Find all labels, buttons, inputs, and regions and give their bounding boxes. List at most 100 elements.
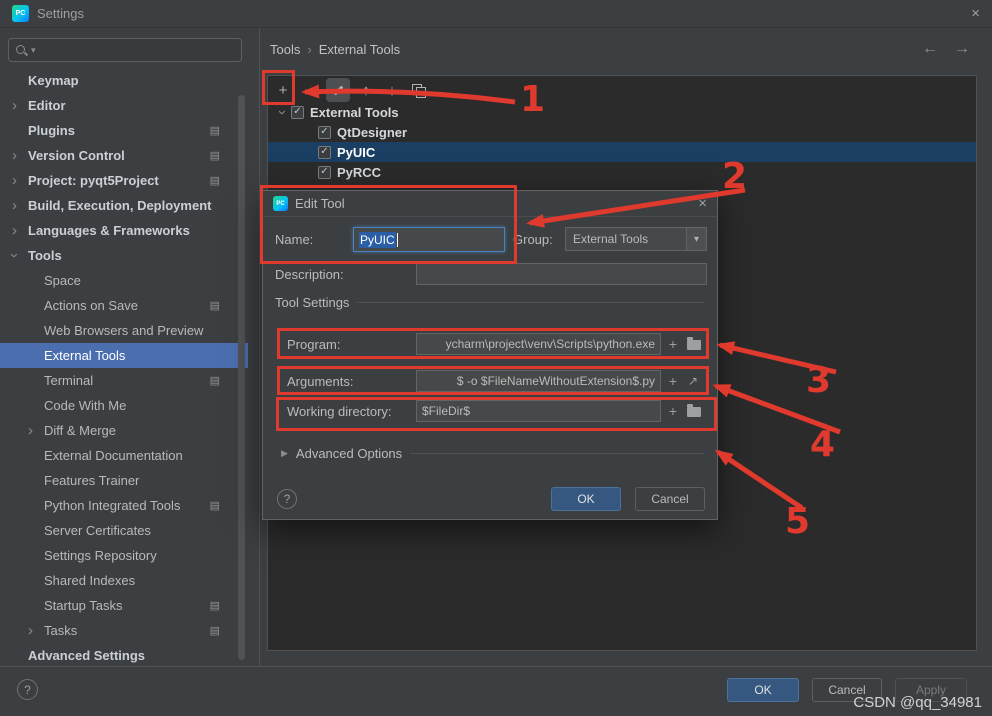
name-selected-text: PyUIC	[359, 231, 396, 248]
ok-button[interactable]: OK	[727, 678, 799, 702]
sidebar-item-external-documentation[interactable]: External Documentation	[0, 443, 248, 468]
window-title: Settings	[37, 6, 84, 21]
sidebar-item-build-execution-deployment[interactable]: › Build, Execution, Deployment	[0, 193, 248, 218]
chevron-right-icon: ›	[12, 172, 17, 189]
sidebar-item-tasks[interactable]: › Tasks ▤	[0, 618, 248, 643]
program-label: Program:	[287, 337, 341, 352]
sidebar-item-plugins[interactable]: Plugins ▤	[0, 118, 248, 143]
checkbox-checked[interactable]: ✓	[318, 125, 331, 139]
edit-tool-button[interactable]	[326, 78, 350, 102]
sidebar-item-startup-tasks[interactable]: Startup Tasks ▤	[0, 593, 248, 618]
description-input[interactable]	[416, 263, 707, 285]
settings-sync-icon: ▤	[209, 600, 220, 612]
sidebar-item-languages-frameworks[interactable]: › Languages & Frameworks	[0, 218, 248, 243]
breadcrumb-page: External Tools	[318, 42, 401, 57]
sidebar-item-version-control[interactable]: › Version Control ▤	[0, 143, 248, 168]
settings-search-box[interactable]: ▾	[8, 38, 242, 62]
sidebar-item-server-certificates[interactable]: Server Certificates	[0, 518, 248, 543]
sidebar-item-editor[interactable]: › Editor	[0, 93, 248, 118]
arguments-input[interactable]: $ -o $FileNameWithoutExtension$.py	[416, 370, 661, 392]
checkbox-checked[interactable]: ✓	[318, 145, 331, 159]
dialog-close-icon[interactable]: ×	[698, 196, 707, 211]
window-titlebar: PC Settings ×	[0, 0, 992, 28]
edit-tool-titlebar: PC Edit Tool ×	[263, 191, 717, 217]
settings-sync-icon: ▤	[209, 625, 220, 637]
checkbox-checked[interactable]: ✓	[318, 165, 331, 179]
sidebar-item-code-with-me[interactable]: Code With Me	[0, 393, 248, 418]
working-directory-label: Working directory:	[287, 404, 392, 419]
sidebar-item-python-integrated-tools[interactable]: Python Integrated Tools ▤	[0, 493, 248, 518]
chevron-down-icon: ›	[6, 253, 23, 258]
move-up-button[interactable]: ↑	[354, 78, 378, 102]
browse-folder-icon[interactable]	[687, 404, 701, 417]
tree-row-pyrcc[interactable]: ✓ PyRCC	[268, 162, 976, 182]
remove-tool-button[interactable]: −	[298, 78, 322, 102]
pycharm-logo-icon: PC	[12, 5, 29, 22]
advanced-options-section[interactable]: ▶ Advanced Options	[263, 446, 717, 461]
sidebar-item-external-tools[interactable]: External Tools	[0, 343, 248, 368]
tree-row-qtdesigner[interactable]: ✓ QtDesigner	[268, 122, 976, 142]
sidebar-item-terminal[interactable]: Terminal ▤	[0, 368, 248, 393]
sidebar-item-advanced-settings[interactable]: Advanced Settings	[0, 643, 248, 666]
breadcrumb-section[interactable]: Tools	[270, 42, 300, 57]
add-tool-button[interactable]: +	[271, 78, 295, 102]
settings-sync-icon: ▤	[209, 150, 220, 162]
chevron-down-icon[interactable]: ▾	[686, 228, 706, 250]
insert-macro-icon[interactable]: +	[665, 373, 681, 389]
edit-tool-title: Edit Tool	[295, 196, 345, 211]
chevron-down-icon[interactable]: ›	[274, 110, 291, 115]
cancel-button[interactable]: Cancel	[812, 678, 882, 702]
dialog-cancel-button[interactable]: Cancel	[635, 487, 705, 511]
program-input[interactable]: ycharm\project\venv\Scripts\python.exe	[416, 333, 661, 355]
forward-icon[interactable]: →	[954, 40, 970, 58]
sidebar-item-keymap[interactable]: Keymap	[0, 68, 248, 93]
apply-button[interactable]: Apply	[895, 678, 967, 702]
group-select[interactable]: External Tools ▾	[565, 227, 707, 251]
sidebar-item-features-trainer[interactable]: Features Trainer	[0, 468, 248, 493]
settings-tree: Keymap › Editor Plugins ▤ › Version Cont…	[0, 68, 248, 666]
group-label: Group:	[513, 232, 553, 247]
dialog-ok-button[interactable]: OK	[551, 487, 621, 511]
copy-tool-button[interactable]	[406, 78, 430, 102]
expand-triangle-icon: ▶	[281, 448, 288, 458]
text-caret	[396, 232, 398, 247]
tree-row-pyuic[interactable]: ✓ PyUIC	[268, 142, 976, 162]
name-input[interactable]: PyUIC	[353, 227, 505, 252]
sidebar-item-space[interactable]: Space	[0, 268, 248, 293]
tree-row-external-tools[interactable]: › ✓ External Tools	[268, 102, 976, 122]
sidebar-item-actions-on-save[interactable]: Actions on Save ▤	[0, 293, 248, 318]
back-icon[interactable]: ←	[922, 40, 938, 58]
settings-footer: ? OK Cancel Apply	[0, 666, 992, 716]
insert-macro-icon[interactable]: +	[665, 336, 681, 352]
settings-sidebar: ▾ Keymap › Editor Plugins ▤ › Version Co…	[0, 28, 260, 666]
help-button[interactable]: ?	[17, 679, 38, 700]
sidebar-item-diff-merge[interactable]: › Diff & Merge	[0, 418, 248, 443]
working-directory-input[interactable]: $FileDir$	[416, 400, 661, 422]
tool-settings-section: Tool Settings	[263, 295, 717, 310]
chevron-right-icon: ›	[12, 197, 17, 214]
settings-sync-icon: ▤	[209, 375, 220, 387]
sidebar-item-web-browsers-and-preview[interactable]: Web Browsers and Preview	[0, 318, 248, 343]
search-icon	[15, 44, 28, 57]
browse-folder-icon[interactable]	[687, 337, 701, 350]
settings-sync-icon: ▤	[209, 175, 220, 187]
move-down-button[interactable]: ↓	[380, 78, 404, 102]
sidebar-item-settings-repository[interactable]: Settings Repository	[0, 543, 248, 568]
name-label: Name:	[275, 232, 314, 247]
sidebar-item-project-pyqt5project[interactable]: › Project: pyqt5Project ▤	[0, 168, 248, 193]
chevron-right-icon: ›	[12, 147, 17, 164]
sidebar-scrollbar[interactable]	[238, 95, 245, 660]
insert-macro-icon[interactable]: +	[665, 403, 681, 419]
expand-field-icon[interactable]: ↗	[685, 373, 701, 389]
chevron-right-icon: ›	[28, 622, 33, 639]
edit-pencil-icon	[332, 84, 345, 97]
sidebar-item-tools[interactable]: › Tools	[0, 243, 248, 268]
checkbox-checked[interactable]: ✓	[291, 105, 304, 119]
settings-search-input[interactable]	[38, 43, 235, 57]
search-history-chevron-icon[interactable]: ▾	[31, 45, 36, 56]
dialog-help-button[interactable]: ?	[277, 489, 297, 509]
window-close-icon[interactable]: ×	[971, 6, 980, 21]
sidebar-item-shared-indexes[interactable]: Shared Indexes	[0, 568, 248, 593]
copy-icon	[411, 83, 426, 98]
chevron-right-icon: ›	[28, 422, 33, 439]
